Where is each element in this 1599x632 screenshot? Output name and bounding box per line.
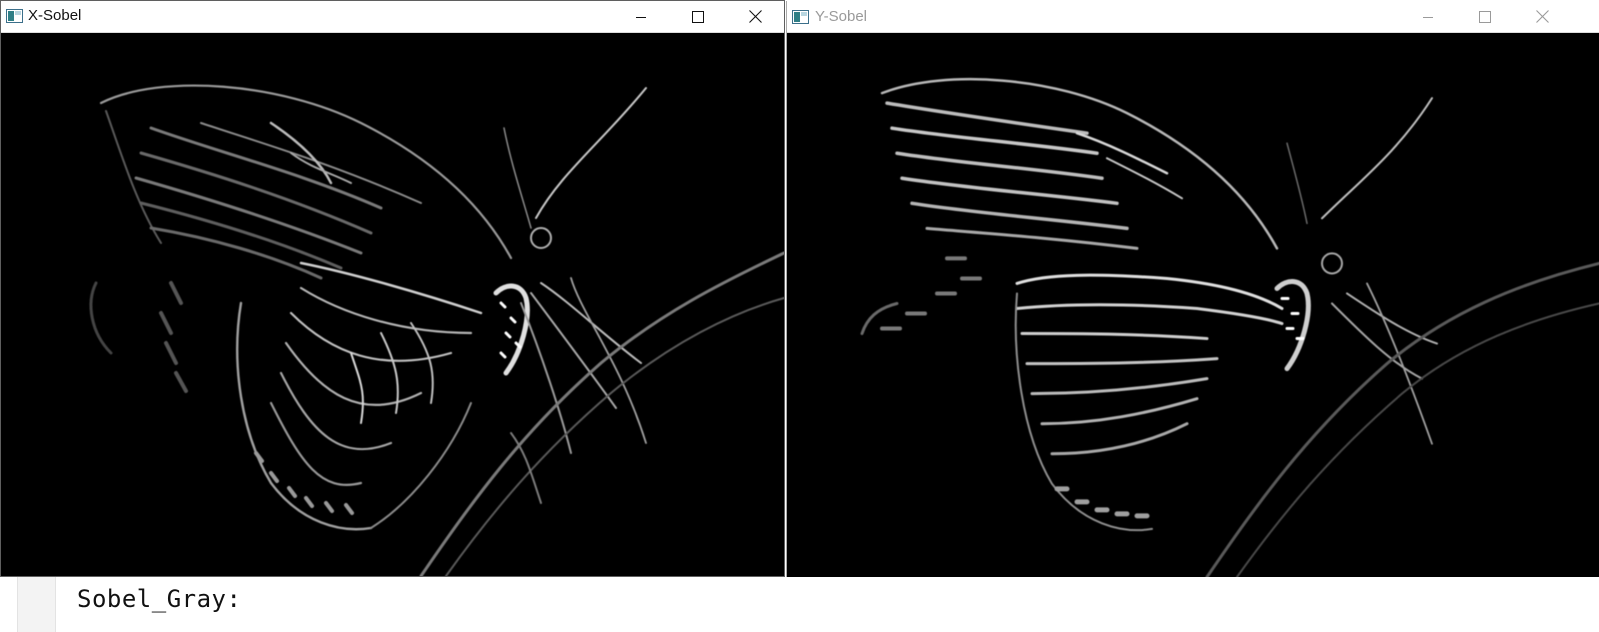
maximize-button[interactable]: [675, 1, 721, 32]
app-window-icon: [6, 9, 23, 23]
close-button[interactable]: [1519, 1, 1565, 32]
x-sobel-image: [1, 33, 784, 576]
butterfly-edge-image: [1, 33, 784, 576]
minimize-button[interactable]: [1405, 1, 1451, 32]
close-icon: [1535, 10, 1549, 23]
code-editor[interactable]: Sobel_Gray:: [0, 577, 1599, 632]
x-sobel-window[interactable]: X-Sobel: [0, 0, 785, 577]
desktop: X-Sobel Y-Sobel Sobel_Gray:: [0, 0, 1599, 632]
minimize-icon: [636, 16, 646, 18]
y-sobel-image: [787, 33, 1599, 577]
y-sobel-titlebar[interactable]: Y-Sobel: [787, 1, 1599, 33]
y-sobel-window[interactable]: Y-Sobel: [786, 1, 1599, 577]
editor-gutter: [17, 577, 56, 632]
maximize-icon: [1479, 10, 1491, 23]
maximize-button[interactable]: [1462, 1, 1508, 32]
maximize-icon: [692, 10, 704, 23]
close-icon: [748, 10, 762, 23]
window-title: X-Sobel: [28, 7, 82, 24]
butterfly-edge-image: [787, 33, 1599, 577]
window-title: Y-Sobel: [815, 8, 867, 25]
minimize-button[interactable]: [618, 1, 664, 32]
code-line[interactable]: Sobel_Gray:: [77, 585, 241, 613]
x-sobel-titlebar[interactable]: X-Sobel: [1, 1, 784, 33]
close-button[interactable]: [732, 1, 778, 32]
minimize-icon: [1423, 16, 1433, 18]
app-window-icon: [792, 10, 809, 24]
